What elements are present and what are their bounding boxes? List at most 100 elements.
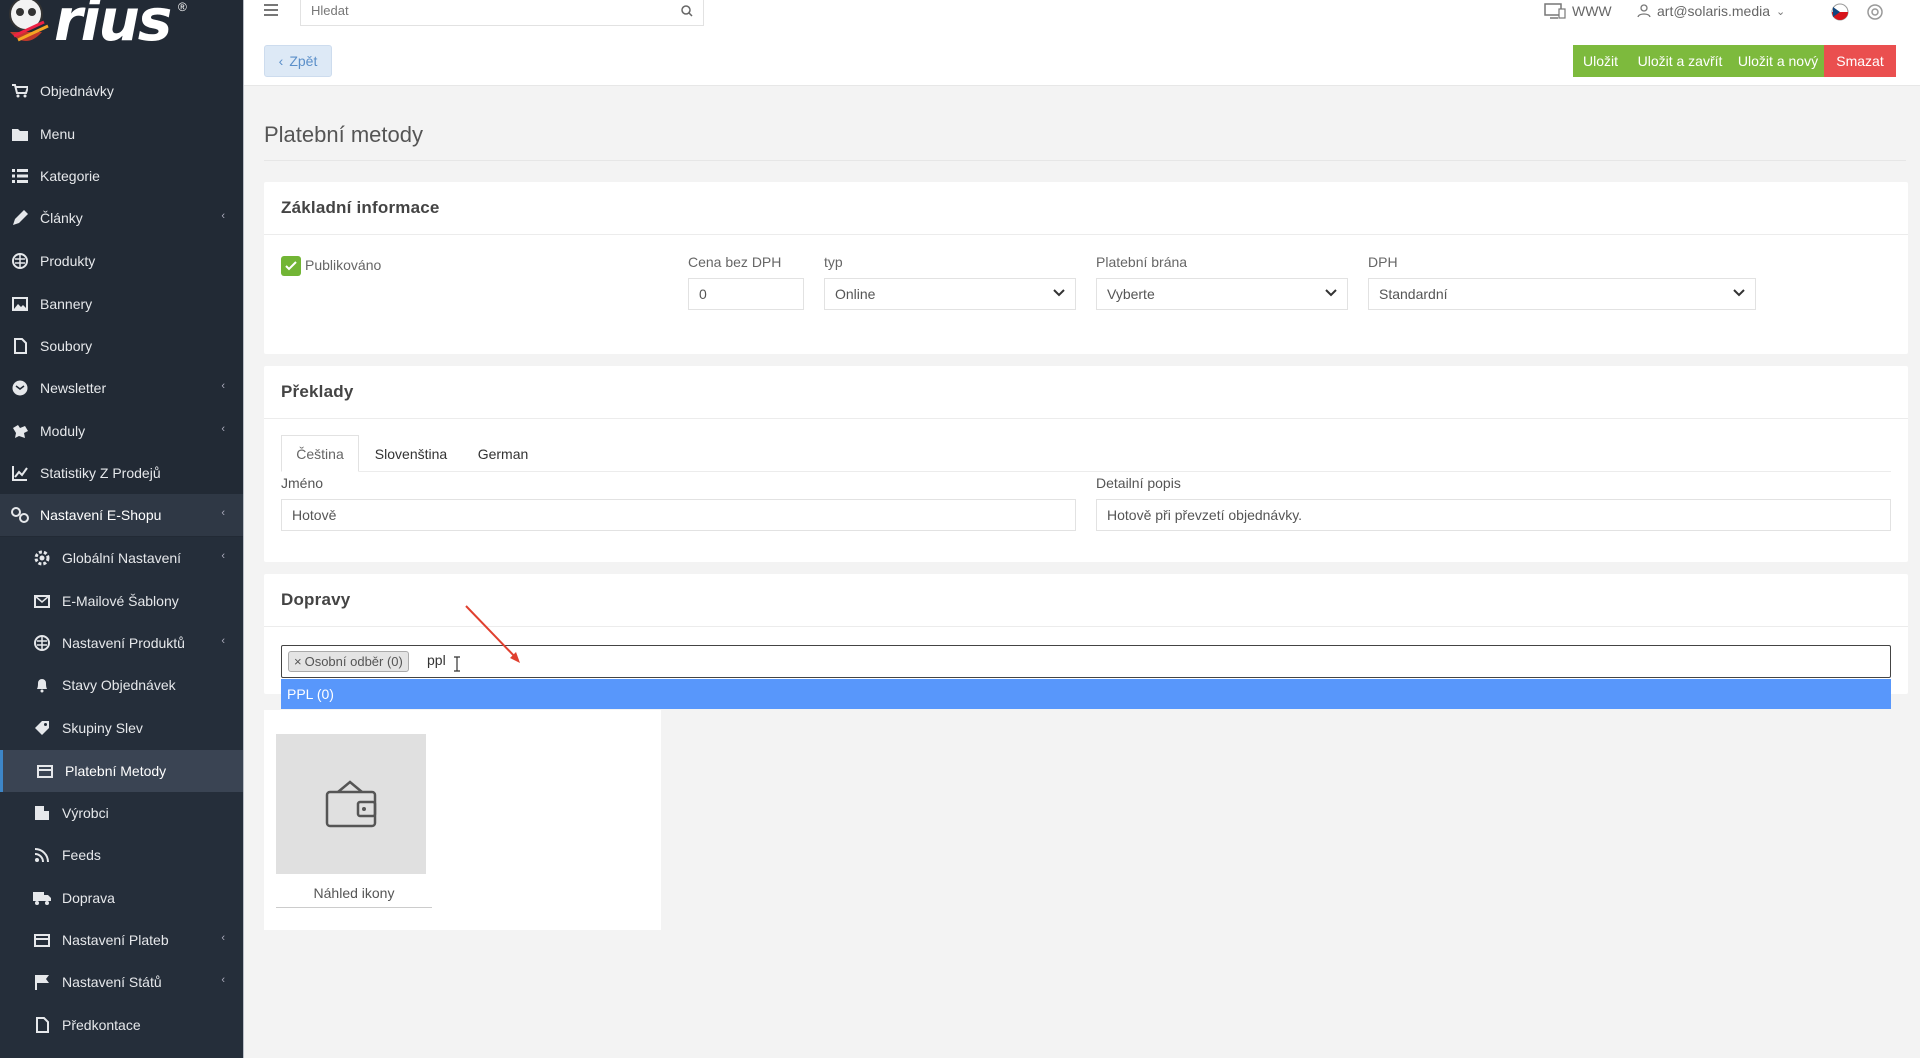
user-email: art@solaris.media [1657, 3, 1771, 19]
sidebar-item-manufacturers[interactable]: Výrobci [0, 792, 243, 834]
card-divider [264, 418, 1908, 419]
description-input[interactable]: Hotově při převzetí objednávky. [1096, 499, 1891, 531]
sidebar-item-label: Nastavení Států [62, 974, 162, 990]
sidebar-item-feeds[interactable]: Feeds [0, 834, 243, 876]
sidebar-item-label: Doprava [62, 890, 115, 906]
sidebar-item-categories[interactable]: Kategorie [0, 155, 243, 197]
sidebar-item-articles[interactable]: Články ‹ [0, 197, 243, 239]
credit-card-icon [35, 761, 55, 781]
tab-slovak[interactable]: Slovenština [364, 435, 458, 472]
delete-button[interactable]: Smazat [1824, 45, 1896, 77]
folder-icon [10, 124, 30, 144]
sidebar-item-label: Newsletter [40, 380, 107, 396]
user-menu[interactable]: art@solaris.media ⌄ [1637, 3, 1785, 19]
search-input[interactable]: Hledat [300, 0, 704, 26]
tab-german[interactable]: German [468, 435, 538, 472]
settings-icon [10, 505, 30, 525]
type-value: Online [835, 286, 876, 302]
description-label: Detailní popis [1096, 475, 1181, 491]
tab-czech[interactable]: Čeština [281, 435, 359, 472]
list-icon [10, 166, 30, 186]
language-flag-icon[interactable] [1831, 3, 1849, 24]
published-checkbox[interactable] [281, 256, 301, 276]
vat-select[interactable]: Standardní [1368, 278, 1756, 310]
name-input[interactable]: Hotově [281, 499, 1076, 531]
save-close-button[interactable]: Uložit a zavřít [1628, 45, 1732, 77]
registered-mark: ® [178, 0, 187, 14]
search-placeholder: Hledat [311, 3, 349, 18]
sidebar-item-modules[interactable]: Moduly ‹ [0, 410, 243, 452]
icon-preview-card: Náhled ikony [264, 710, 661, 930]
chevron-down-icon [1325, 289, 1337, 297]
envelope-icon [32, 591, 52, 611]
file-icon [32, 1015, 52, 1035]
wallet-icon [325, 780, 377, 828]
type-select[interactable]: Online [824, 278, 1076, 310]
chip-label: Osobní odběr (0) [304, 654, 403, 669]
sidebar-item-label: Statistiky Z Prodejů [40, 465, 161, 481]
sidebar-item-global-settings[interactable]: Globální Nastavení ‹ [0, 537, 243, 579]
sidebar-item-label: Skupiny Slev [62, 720, 143, 736]
globe-icon [10, 251, 30, 271]
name-label: Jméno [281, 475, 324, 491]
sidebar-item-menu[interactable]: Menu [0, 113, 243, 155]
sidebar-item-label: Menu [40, 126, 76, 142]
vat-label: DPH [1368, 254, 1398, 270]
sidebar-item-label: Nastavení E-Shopu [40, 507, 162, 523]
monitor-icon [1544, 3, 1566, 19]
sidebar-item-label: Objednávky [40, 83, 114, 99]
credit-card-icon [32, 930, 52, 950]
sidebar-item-orders[interactable]: Objednávky [0, 70, 243, 112]
card-title: Základní informace [281, 198, 440, 217]
flag-icon [32, 972, 52, 992]
chevron-down-icon: ‹ [221, 507, 225, 519]
icon-preview[interactable] [276, 734, 426, 874]
www-link[interactable]: WWW [1544, 3, 1612, 19]
chevron-left-icon: ‹ [221, 210, 225, 222]
sidebar-item-label: E-Mailové Šablony [62, 593, 179, 609]
type-label: typ [824, 254, 843, 270]
truck-icon [32, 888, 52, 908]
sidebar-item-product-settings[interactable]: Nastavení Produktů ‹ [0, 622, 243, 664]
brand-logo[interactable]: rius ® [0, 0, 243, 62]
sidebar-item-banners[interactable]: Bannery [0, 283, 243, 325]
save-new-button[interactable]: Uložit a nový [1732, 45, 1824, 77]
sidebar-item-label: Produkty [40, 253, 96, 269]
vat-value: Standardní [1379, 286, 1448, 302]
sidebar-item-newsletter[interactable]: Newsletter ‹ [0, 367, 243, 409]
sidebar-item-precontation[interactable]: Předkontace [0, 1004, 243, 1046]
back-button[interactable]: ‹ Zpět [264, 45, 332, 77]
sidebar-item-products[interactable]: Produkty [0, 240, 243, 282]
bell-icon [32, 675, 52, 695]
sidebar-item-discount-groups[interactable]: Skupiny Slev [0, 707, 243, 749]
chip-remove-icon[interactable]: × [294, 654, 302, 669]
sidebar-item-statistics[interactable]: Statistiky Z Prodejů [0, 452, 243, 494]
chevron-left-icon: ‹ [221, 974, 225, 986]
sidebar-item-payment-settings[interactable]: Nastavení Plateb ‹ [0, 919, 243, 961]
chevron-left-icon: ‹ [221, 550, 225, 562]
basic-info-card: Základní informace Publikováno Cena bez … [264, 182, 1908, 354]
gateway-select[interactable]: Vyberte [1096, 278, 1348, 310]
www-label: WWW [1572, 3, 1612, 19]
sidebar-item-eshop-settings[interactable]: Nastavení E-Shopu ‹ [0, 494, 243, 536]
chart-icon [10, 463, 30, 483]
sidebar-item-files[interactable]: Soubory [0, 325, 243, 367]
sidebar-item-country-settings[interactable]: Nastavení Států ‹ [0, 961, 243, 1003]
hamburger-menu-icon[interactable] [264, 4, 278, 19]
power-icon[interactable] [1866, 3, 1884, 24]
mascot-icon [9, 0, 49, 42]
sidebar-item-payment-methods[interactable]: Platební Metody [0, 750, 243, 792]
newsletter-icon [10, 378, 30, 398]
price-input[interactable]: 0 [688, 278, 804, 310]
search-icon[interactable] [681, 5, 693, 17]
sidebar-item-label: Nastavení Produktů [62, 635, 185, 651]
sidebar-item-label: Předkontace [62, 1017, 141, 1033]
dropdown-option-highlighted[interactable]: PPL (0) [281, 679, 1891, 709]
published-label: Publikováno [305, 257, 382, 273]
sidebar-item-email-templates[interactable]: E-Mailové Šablony [0, 580, 243, 622]
title-divider [264, 160, 1906, 161]
sidebar-item-order-states[interactable]: Stavy Objednávek [0, 664, 243, 706]
sidebar-item-label: Kategorie [40, 168, 100, 184]
save-button[interactable]: Uložit [1573, 45, 1628, 77]
sidebar-item-shipping[interactable]: Doprava [0, 877, 243, 919]
